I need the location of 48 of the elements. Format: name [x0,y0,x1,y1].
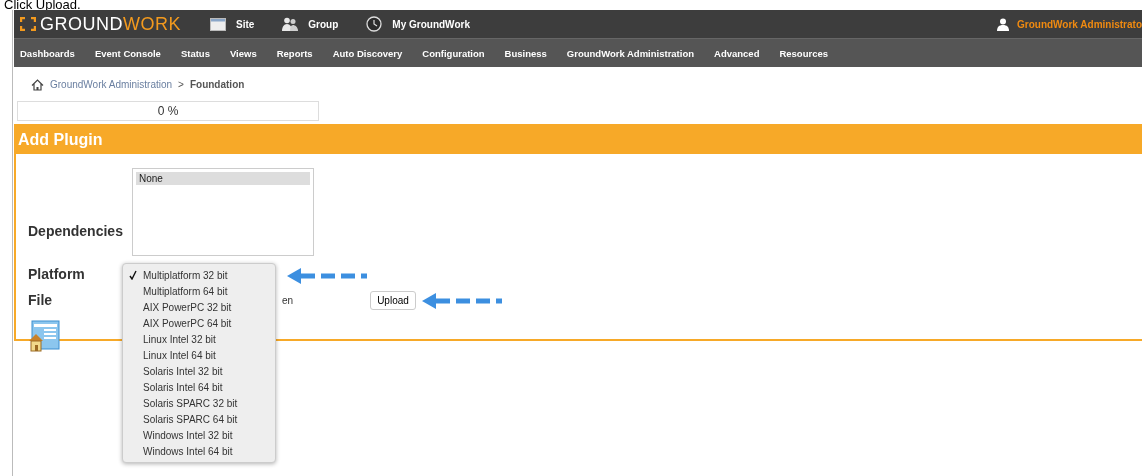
field-label: File [28,292,54,308]
logo-text: GROUNDWORK [40,13,181,35]
nav-menu-item[interactable]: Dashboards [20,47,75,59]
nav-menu-item[interactable]: GroundWork Administration [566,47,695,59]
upload-button[interactable]: Upload [370,290,416,310]
dropdown-option[interactable]: Linux Intel 64 bit [123,347,275,363]
breadcrumb-separator: > [178,79,184,90]
breadcrumb-link[interactable]: GroundWork Administration [50,79,173,90]
nav-menu-item[interactable]: Event Console [94,47,161,59]
bracket-logo-icon [20,17,36,31]
breadcrumb-current: Foundation [189,79,245,90]
dropdown-option[interactable]: Linux Intel 32 bit [123,331,275,347]
home-icon[interactable] [31,78,44,91]
people-icon [282,17,299,31]
dropdown-option[interactable]: Multiplatform 32 bit [123,267,275,283]
panel-title: Add Plugin [16,126,1142,154]
window-house-icon[interactable] [28,320,60,352]
dropdown-option[interactable]: Windows Intel 32 bit [123,427,275,443]
window-icon [210,17,226,31]
header-link[interactable]: Site [236,18,255,30]
dropdown-option[interactable]: Solaris SPARC 32 bit [123,395,275,411]
nav-menu-item[interactable]: Views [229,47,257,59]
dropdown-option[interactable]: Windows Intel 64 bit [123,443,275,459]
progress-label: 0 % [157,104,179,118]
dropdown-option[interactable]: Solaris Intel 32 bit [123,363,275,379]
nav-menu-item[interactable]: Status [180,47,210,59]
user-link[interactable]: GroundWork Administrato [1017,18,1142,30]
nav-menu-item[interactable]: Resources [779,47,829,59]
dependencies-listbox[interactable]: None [132,168,314,256]
dropdown-option[interactable]: Solaris Intel 64 bit [123,379,275,395]
nav-menu-item[interactable]: Auto Discovery [332,47,403,59]
listbox-option[interactable]: None [136,172,310,185]
dropdown-option[interactable]: AIX PowerPC 64 bit [123,315,275,331]
clock-icon [366,16,383,32]
dropdown-option[interactable]: AIX PowerPC 32 bit [123,299,275,315]
file-status-text: en [282,294,294,306]
header-link[interactable]: My GroundWork [392,18,470,30]
field-label: Platform [28,266,86,282]
nav-menu-item[interactable]: Configuration [422,47,485,59]
caption-text: Click Upload. [3,0,82,10]
dropdown-option[interactable]: Solaris SPARC 64 bit [123,411,275,427]
nav-menu-item[interactable]: Advanced [714,47,760,59]
field-label: Dependencies [28,223,124,241]
dropdown-option[interactable]: Multiplatform 64 bit [123,283,275,299]
user-icon [997,17,1009,31]
nav-menu-item[interactable]: Business [504,47,547,59]
nav-menu-item[interactable]: Reports [276,47,313,59]
header-link[interactable]: Group [308,18,339,30]
